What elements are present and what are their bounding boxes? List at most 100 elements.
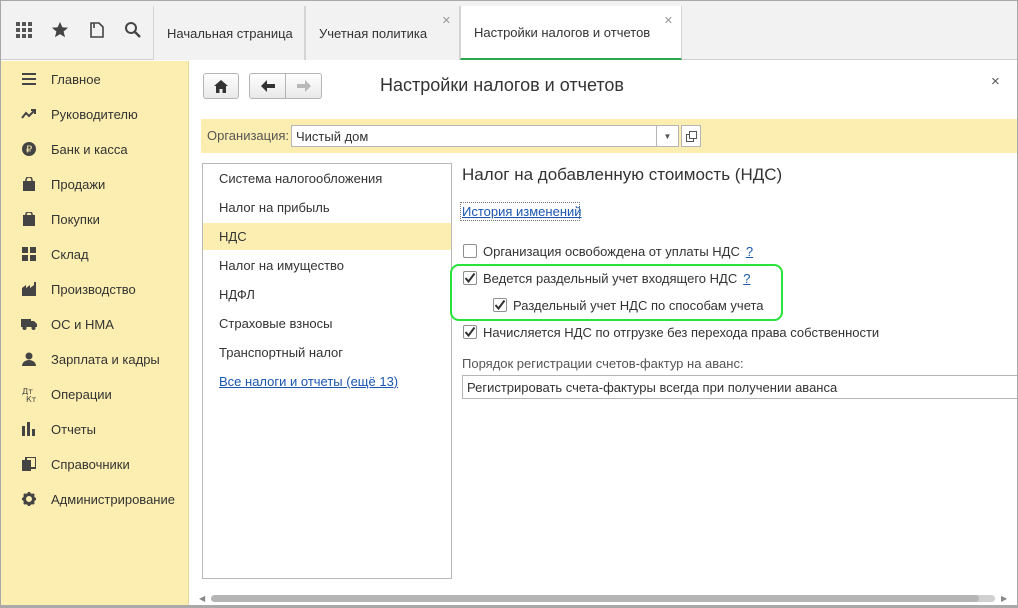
sidebar-item-label: ОС и НМА (51, 316, 114, 332)
section-item-insurance[interactable]: Страховые взносы (203, 310, 451, 337)
sidebar-item-label: Склад (51, 246, 89, 262)
bar-chart-icon (21, 421, 37, 437)
vat-shipment-checkbox[interactable] (463, 325, 477, 339)
sidebar-item-manager[interactable]: Руководителю (1, 101, 189, 127)
books-icon (21, 456, 37, 472)
apps-grid-icon[interactable] (13, 19, 35, 41)
top-bar: Начальная страница Учетная политика ✕ На… (1, 1, 1017, 60)
tax-sections-panel: Система налогообложения Налог на прибыль… (202, 163, 452, 579)
separate-vat-checkbox[interactable] (463, 271, 477, 285)
svg-text:₽: ₽ (26, 145, 33, 156)
truck-icon (21, 316, 37, 332)
sidebar-item-label: Банк и касса (51, 141, 128, 157)
checkbox-label: Организация освобождена от уплаты НДС (483, 243, 740, 259)
sidebar-item-admin[interactable]: Администрирование (1, 486, 189, 512)
checkmark-icon (464, 272, 476, 284)
app-window: Начальная страница Учетная политика ✕ На… (0, 0, 1018, 608)
help-icon[interactable]: ? (743, 271, 750, 286)
arrow-left-icon (260, 80, 275, 92)
search-icon[interactable] (122, 19, 144, 41)
dropdown-arrow-icon[interactable]: ▼ (657, 125, 679, 147)
factory-icon (21, 281, 37, 297)
organization-label: Организация: (207, 128, 290, 143)
scroll-left-icon[interactable]: ◀ (199, 594, 205, 603)
section-title: Налог на добавленную стоимость (НДС) (462, 165, 783, 184)
tab-label: Начальная страница (167, 25, 293, 41)
ruble-coin-icon: ₽ (21, 141, 37, 157)
tab-tax-settings[interactable]: Настройки налогов и отчетов ✕ (460, 6, 682, 60)
sidebar: Главное Руководителю ₽ Банк и касса Прод… (1, 61, 189, 605)
section-item-income-tax[interactable]: Налог на прибыль (203, 194, 451, 221)
sidebar-item-production[interactable]: Производство (1, 276, 189, 302)
vat-by-method-checkbox[interactable] (493, 298, 507, 312)
sidebar-item-reports[interactable]: Отчеты (1, 416, 189, 442)
sidebar-item-operations[interactable]: Дт Кт Операции (1, 381, 189, 407)
trend-chart-icon (21, 106, 37, 122)
vat-exempt-option: Организация освобождена от уплаты НДС ? (463, 242, 753, 260)
tab-accounting-policy[interactable]: Учетная политика ✕ (305, 6, 460, 60)
sidebar-item-main[interactable]: Главное (1, 66, 189, 92)
sidebar-item-label: Продажи (51, 176, 106, 192)
sidebar-item-label: Отчеты (51, 421, 96, 437)
checkbox-label: Ведется раздельный учет входящего НДС (483, 270, 738, 286)
organization-field[interactable]: Чистый дом (291, 125, 657, 147)
sidebar-item-purchases[interactable]: Покупки (1, 206, 189, 232)
vat-shipment-option: Начисляется НДС по отгрузке без перехода… (463, 323, 879, 341)
home-icon (214, 79, 228, 93)
sidebar-item-salary[interactable]: Зарплата и кадры (1, 346, 189, 372)
scroll-thumb[interactable] (211, 595, 979, 602)
tab-home[interactable]: Начальная страница (153, 6, 305, 60)
back-button[interactable] (249, 73, 286, 99)
section-item-personal-income-tax[interactable]: НДФЛ (203, 281, 451, 308)
horizontal-scrollbar[interactable]: ◀ ▶ (199, 594, 1009, 603)
forward-button[interactable] (285, 73, 322, 99)
sidebar-item-warehouse[interactable]: Склад (1, 241, 189, 267)
sidebar-item-directories[interactable]: Справочники (1, 451, 189, 477)
history-icon[interactable] (86, 19, 108, 41)
advance-invoice-select[interactable]: Регистрировать счета-фактуры всегда при … (462, 375, 1017, 399)
page-title: Настройки налогов и отчетов (380, 75, 624, 95)
vat-exempt-checkbox[interactable] (463, 244, 477, 258)
advance-invoice-label: Порядок регистрации счетов-фактур на ава… (462, 356, 744, 371)
checkmark-icon (494, 299, 506, 311)
svg-text:Кт: Кт (26, 395, 36, 402)
close-tab-icon[interactable]: ✕ (442, 14, 451, 27)
cart-icon (21, 211, 37, 227)
separate-vat-option: Ведется раздельный учет входящего НДС ? (463, 269, 750, 287)
section-item-property-tax[interactable]: Налог на имущество (203, 252, 451, 279)
sidebar-item-label: Производство (51, 281, 136, 297)
all-taxes-link[interactable]: Все налоги и отчеты (ещё 13) (203, 368, 451, 395)
sidebar-item-label: Зарплата и кадры (51, 351, 160, 367)
history-link[interactable]: История изменений (462, 204, 582, 219)
home-button[interactable] (203, 73, 239, 99)
people-icon (21, 351, 37, 367)
close-tab-icon[interactable]: ✕ (664, 14, 673, 27)
open-form-icon[interactable] (681, 125, 701, 147)
section-item-taxation-system[interactable]: Система налогообложения (203, 165, 451, 192)
help-icon[interactable]: ? (746, 244, 753, 259)
section-item-vat[interactable]: НДС (203, 223, 451, 250)
sidebar-item-label: Главное (51, 71, 101, 87)
tab-label: Учетная политика (319, 25, 428, 41)
sidebar-item-sales[interactable]: Продажи (1, 171, 189, 197)
checkbox-label: Начисляется НДС по отгрузке без перехода… (483, 324, 880, 340)
warehouse-icon (21, 246, 37, 262)
debit-credit-icon: Дт Кт (21, 386, 37, 402)
sidebar-item-label: Справочники (51, 456, 130, 472)
sidebar-item-label: Руководителю (51, 106, 138, 122)
checkbox-label: Раздельный учет НДС по способам учета (513, 297, 764, 313)
close-form-button[interactable]: × (991, 73, 1000, 90)
section-item-transport-tax[interactable]: Транспортный налог (203, 339, 451, 366)
menu-lines-icon (21, 71, 37, 87)
gear-icon (21, 491, 37, 507)
star-icon[interactable] (49, 19, 71, 41)
sidebar-item-bank[interactable]: ₽ Банк и касса (1, 136, 189, 162)
shopping-bag-icon (21, 176, 37, 192)
tab-label: Настройки налогов и отчетов (474, 24, 651, 40)
vat-by-method-option: Раздельный учет НДС по способам учета (493, 296, 764, 314)
sidebar-item-label: Операции (51, 386, 112, 402)
scroll-right-icon[interactable]: ▶ (1001, 594, 1007, 603)
sidebar-item-fixed-assets[interactable]: ОС и НМА (1, 311, 189, 337)
checkmark-icon (464, 326, 476, 338)
sidebar-item-label: Покупки (51, 211, 100, 227)
